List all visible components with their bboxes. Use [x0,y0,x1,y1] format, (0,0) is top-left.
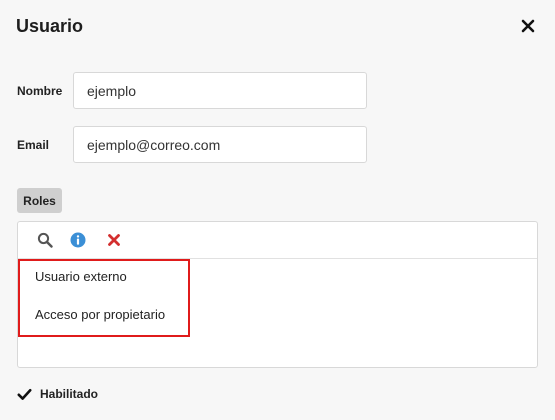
search-icon [37,232,53,248]
search-button[interactable] [36,231,54,249]
name-field[interactable] [73,72,367,109]
roles-toolbar [18,222,537,259]
role-item[interactable]: Usuario externo [35,269,127,284]
close-icon [521,19,535,33]
delete-button[interactable] [105,231,123,249]
enabled-toggle[interactable]: Habilitado [17,386,98,402]
roles-panel: Usuario externo Acceso por propietario [17,221,538,368]
role-item[interactable]: Acceso por propietario [35,307,165,322]
tab-roles[interactable]: Roles [17,188,62,213]
enabled-label: Habilitado [40,387,99,401]
email-field[interactable] [73,126,367,163]
email-label: Email [17,138,50,152]
check-icon[interactable] [17,387,32,402]
delete-icon [108,234,120,246]
info-icon [70,232,86,248]
name-label: Nombre [17,84,63,98]
close-button[interactable] [517,15,539,37]
dialog-title: Usuario [16,16,84,36]
info-button[interactable] [69,231,87,249]
